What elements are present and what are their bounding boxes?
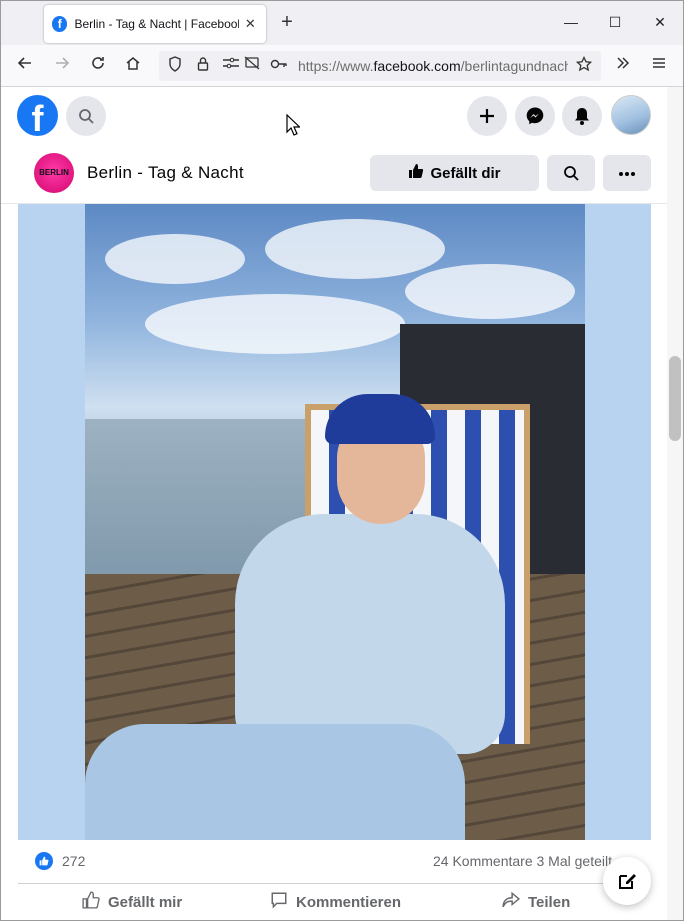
page-more-button[interactable] bbox=[603, 155, 651, 191]
tab-strip: f Berlin - Tag & Nacht | Facebook ✕ + — … bbox=[1, 1, 683, 45]
url-prefix: https://www. bbox=[298, 58, 374, 74]
page-header: BERLIN Berlin - Tag & Nacht Gefällt dir bbox=[1, 144, 667, 204]
lock-icon[interactable] bbox=[193, 56, 213, 76]
minimize-button[interactable]: — bbox=[560, 11, 582, 33]
url-text[interactable]: https://www.facebook.com/berlintagundnac… bbox=[298, 58, 568, 74]
browser-window: f Berlin - Tag & Nacht | Facebook ✕ + — … bbox=[0, 0, 684, 921]
bell-icon bbox=[575, 108, 589, 125]
share-action-label: Teilen bbox=[528, 894, 571, 911]
post-actions: Gefällt mir Kommentieren Teilen bbox=[18, 884, 651, 920]
reload-button[interactable] bbox=[86, 54, 110, 78]
scrollbar-thumb[interactable] bbox=[669, 356, 681, 441]
like-action-label: Gefällt mir bbox=[108, 894, 183, 911]
thumbs-up-icon bbox=[408, 163, 424, 183]
overflow-menu-button[interactable] bbox=[611, 54, 635, 78]
home-icon bbox=[126, 57, 140, 70]
comment-icon bbox=[270, 891, 288, 914]
double-chevron-icon bbox=[617, 57, 630, 69]
app-menu-button[interactable] bbox=[647, 54, 671, 78]
post-stats-row: 272 24 Kommentare 3 Mal geteilt bbox=[18, 840, 651, 884]
comments-shares-count[interactable]: 24 Kommentare 3 Mal geteilt bbox=[433, 853, 633, 869]
forward-arrow-icon bbox=[56, 57, 70, 69]
page-like-label: Gefällt dir bbox=[430, 164, 501, 182]
search-icon bbox=[564, 166, 579, 181]
photo-cloud bbox=[265, 219, 445, 279]
notifications-button[interactable] bbox=[562, 96, 602, 136]
navigation-toolbar: https://www.facebook.com/berlintagundnac… bbox=[1, 45, 683, 87]
back-button[interactable] bbox=[13, 54, 37, 78]
address-bar[interactable]: https://www.facebook.com/berlintagundnac… bbox=[159, 51, 601, 81]
tab-facebook[interactable]: f Berlin - Tag & Nacht | Facebook ✕ bbox=[44, 5, 266, 43]
bookmark-star-icon[interactable] bbox=[574, 55, 594, 76]
like-reaction-icon[interactable] bbox=[35, 852, 53, 870]
shield-icon[interactable] bbox=[165, 56, 185, 76]
messenger-button[interactable] bbox=[515, 96, 555, 136]
back-arrow-icon bbox=[17, 57, 31, 69]
page-logo-text: BERLIN bbox=[39, 168, 69, 177]
post-photo[interactable] bbox=[85, 204, 585, 840]
photo-person-jeans bbox=[85, 724, 465, 840]
home-button[interactable] bbox=[121, 54, 145, 78]
facebook-header: f bbox=[1, 87, 667, 144]
photo-cloud bbox=[105, 234, 245, 284]
thumbs-up-outline-icon bbox=[82, 891, 100, 914]
search-button[interactable] bbox=[66, 96, 106, 136]
like-action-button[interactable]: Gefällt mir bbox=[82, 891, 182, 914]
messenger-icon bbox=[526, 107, 544, 125]
reload-icon bbox=[92, 57, 104, 69]
maximize-button[interactable]: ☐ bbox=[604, 11, 626, 33]
compose-icon bbox=[619, 874, 636, 889]
photo-viewer bbox=[18, 204, 651, 840]
account-avatar[interactable] bbox=[611, 95, 651, 135]
photo-cloud bbox=[405, 264, 575, 319]
url-domain: facebook.com bbox=[373, 58, 461, 74]
new-tab-button[interactable]: + bbox=[277, 12, 297, 32]
more-icon bbox=[619, 172, 635, 176]
page-scrollbar[interactable] bbox=[667, 87, 683, 920]
forward-button[interactable] bbox=[50, 54, 74, 78]
comment-action-button[interactable]: Kommentieren bbox=[270, 891, 401, 914]
photo-person-shirt bbox=[235, 514, 505, 754]
page-like-button[interactable]: Gefällt dir bbox=[370, 155, 539, 191]
tab-close-icon[interactable]: ✕ bbox=[243, 16, 258, 32]
search-icon bbox=[79, 109, 94, 124]
page-name[interactable]: Berlin - Tag & Nacht bbox=[87, 163, 244, 183]
blocked-notifications-icon[interactable] bbox=[242, 56, 262, 76]
facebook-logo[interactable]: f bbox=[17, 95, 58, 136]
create-button[interactable] bbox=[467, 96, 507, 136]
hamburger-icon bbox=[653, 58, 665, 68]
permissions-icon[interactable] bbox=[221, 56, 241, 76]
facebook-favicon-icon: f bbox=[52, 16, 68, 32]
close-window-button[interactable]: ✕ bbox=[649, 11, 671, 33]
mouse-cursor-icon bbox=[286, 114, 300, 136]
key-icon[interactable] bbox=[269, 56, 289, 76]
url-path: /berlintagundnacht bbox=[460, 58, 568, 74]
photo-cloud bbox=[145, 294, 405, 354]
page-profile-picture[interactable]: BERLIN bbox=[34, 153, 74, 193]
share-icon bbox=[502, 891, 521, 914]
tab-title: Berlin - Tag & Nacht | Facebook bbox=[74, 17, 239, 31]
new-message-button[interactable] bbox=[603, 857, 651, 905]
plus-icon bbox=[480, 109, 494, 123]
page-search-button[interactable] bbox=[547, 155, 595, 191]
share-action-button[interactable]: Teilen bbox=[502, 891, 570, 914]
post-content: 272 24 Kommentare 3 Mal geteilt Gefällt … bbox=[1, 204, 667, 920]
like-count[interactable]: 272 bbox=[62, 853, 85, 869]
comment-action-label: Kommentieren bbox=[296, 894, 402, 911]
